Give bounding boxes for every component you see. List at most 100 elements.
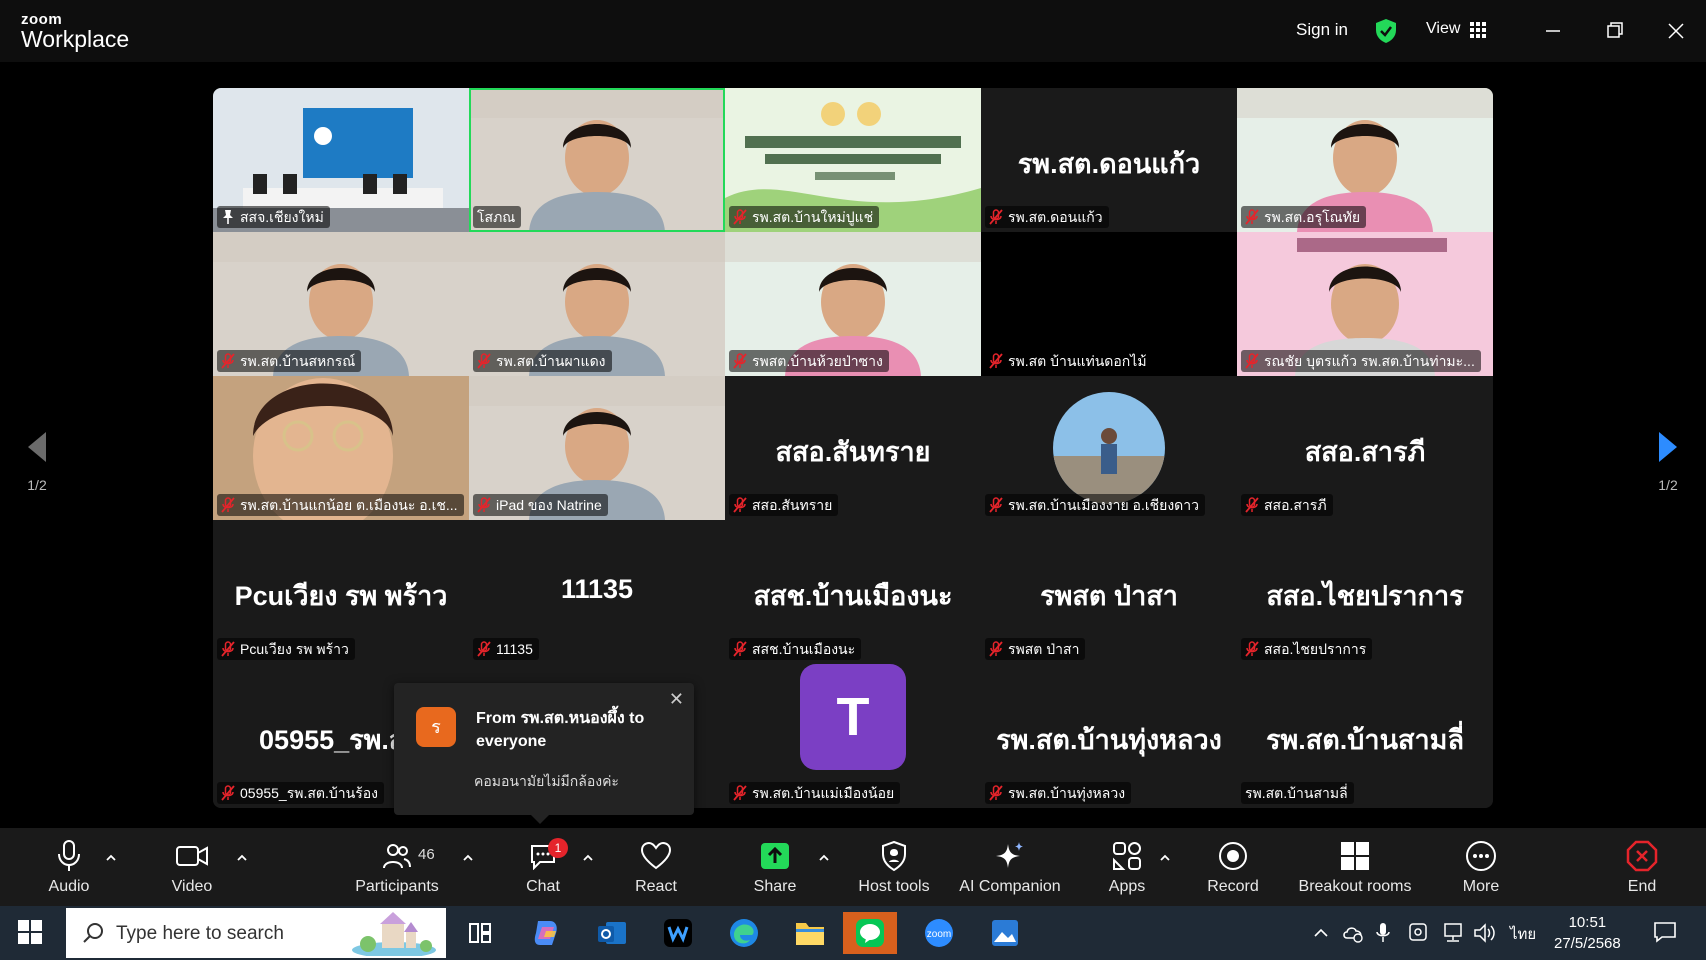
taskbar-photos[interactable] [983, 912, 1027, 954]
participant-tile[interactable]: โสภณ [469, 88, 725, 232]
more-button[interactable]: More [1459, 838, 1503, 896]
input-language-indicator[interactable]: ไทย [1510, 922, 1536, 946]
chat-sender-avatar: ร [416, 707, 456, 747]
breakout-rooms-button[interactable]: Breakout rooms [1295, 838, 1415, 896]
volume-icon[interactable] [1473, 922, 1497, 944]
participant-tile[interactable]: รพสต.บ้านห้วยป่าซาง [725, 232, 981, 376]
host-tools-button[interactable]: Host tools [854, 838, 934, 896]
ai-sparkle-icon [996, 842, 1023, 868]
participant-tile[interactable]: iPad ของ Natrine [469, 376, 725, 520]
participant-tile[interactable]: T รพ.สต.บ้านแม่เมืองน้อย [725, 664, 981, 808]
participant-name-label: สสช.บ้านเมืองนะ [729, 638, 862, 660]
taskbar-line[interactable] [843, 912, 897, 954]
participant-tile[interactable]: สสช.บ้านเมืองนะ สสช.บ้านเมืองนะ [725, 520, 981, 664]
share-button[interactable]: Share [750, 838, 800, 896]
participant-name-label: รพ.สต.บ้านแกน้อย ต.เมืองนะ อ.เช... [217, 494, 464, 516]
participant-tile[interactable]: 11135 11135 [469, 520, 725, 664]
taskbar-file-explorer[interactable] [788, 912, 832, 954]
record-button[interactable]: Record [1205, 838, 1261, 896]
show-hidden-icons-chevron[interactable] [1313, 926, 1329, 940]
outlook-icon [598, 922, 626, 944]
participant-tile[interactable]: รพ.สต.บ้านเมืองงาย อ.เชียงดาว [981, 376, 1237, 520]
participant-name: รพ.สต.ดอนแก้ว [1008, 209, 1103, 225]
next-page-nav[interactable]: 1/2 [1638, 430, 1698, 493]
participant-tile[interactable]: สสอ.ไชยปราการ สสอ.ไชยปราการ [1237, 520, 1493, 664]
muted-mic-icon [989, 497, 1003, 513]
muted-mic-icon [989, 641, 1003, 657]
participant-tile[interactable]: รพ.สต.บ้านสหกรณ์ [213, 232, 469, 376]
participant-name-label: รพ.สต.บ้านเมืองงาย อ.เชียงดาว [985, 494, 1205, 516]
taskbar-clock[interactable]: 10:51 27/5/2568 [1554, 912, 1621, 954]
sign-in-link[interactable]: Sign in [1296, 20, 1348, 40]
muted-mic-icon [1245, 497, 1259, 513]
windows-start-icon[interactable] [18, 920, 42, 944]
taskbar-copilot[interactable] [524, 912, 568, 954]
next-page-arrow-icon[interactable] [1655, 430, 1681, 464]
taskbar-search-box[interactable]: Type here to search [66, 908, 446, 958]
video-options-chevron-icon[interactable] [234, 850, 250, 866]
close-notification-icon[interactable]: ✕ [669, 689, 684, 710]
view-grid-icon[interactable] [1470, 22, 1486, 38]
participant-tile[interactable]: รพ.สต.บ้านทุ่งหลวง รพ.สต.บ้านทุ่งหลวง [981, 664, 1237, 808]
view-button[interactable]: View [1426, 20, 1460, 38]
network-icon[interactable] [1441, 922, 1465, 944]
participant-tile[interactable]: Pcuเวียง รพ พร้าว Pcuเวียง รพ พร้าว [213, 520, 469, 664]
participant-name-label: รพสต ป่าสา [985, 638, 1086, 660]
participant-tile[interactable]: รพ.สต.บ้านใหม่ปูแช่ [725, 88, 981, 232]
camera-privacy-icon[interactable] [1408, 922, 1428, 944]
taskbar-edge[interactable] [722, 912, 766, 954]
apps-button[interactable]: Apps [1102, 838, 1152, 896]
react-button[interactable]: React [631, 838, 681, 896]
audio-options-chevron-icon[interactable] [103, 850, 119, 866]
participant-name: รพ.สต.บ้านแม่เมืองน้อย [752, 785, 895, 801]
onedrive-sync-icon[interactable] [1342, 922, 1364, 944]
tray-microphone-icon[interactable] [1375, 922, 1391, 944]
share-options-chevron-icon[interactable] [816, 850, 832, 866]
participant-name: รพ.สต.บ้านผาแดง [496, 353, 606, 369]
participant-tile[interactable]: สสอ.สันทราย สสอ.สันทราย [725, 376, 981, 520]
webex-icon [664, 919, 692, 947]
security-shield-icon[interactable] [1374, 18, 1398, 44]
participant-tile[interactable]: รพ.สต.บ้านสามลี่ รพ.สต.บ้านสามลี่ [1237, 664, 1493, 808]
chat-options-chevron-icon[interactable] [580, 850, 596, 866]
taskbar-webex[interactable] [656, 912, 700, 954]
participant-name: โสภณ [477, 209, 516, 225]
prev-page-arrow-icon[interactable] [24, 430, 50, 464]
participant-name-label: 11135 [473, 638, 539, 660]
end-meeting-button[interactable]: End [1624, 838, 1660, 896]
apps-options-chevron-icon[interactable] [1157, 850, 1173, 866]
video-button[interactable]: Video [167, 838, 217, 896]
taskbar-outlook[interactable] [590, 912, 634, 954]
participant-tile[interactable]: รพ.สต.ดอนแก้ว รพ.สต.ดอนแก้ว [981, 88, 1237, 232]
participant-tile[interactable]: รพ.สต.บ้านแกน้อย ต.เมืองนะ อ.เช... [213, 376, 469, 520]
participant-name: รณชัย บุตรแก้ว รพ.สต.บ้านท่ามะ... [1264, 353, 1475, 369]
ai-companion-button[interactable]: AI Companion [955, 838, 1065, 896]
minimize-icon[interactable] [1538, 16, 1568, 46]
muted-mic-icon [221, 641, 235, 657]
prev-page-nav[interactable]: 1/2 [7, 430, 67, 493]
title-bar: zoom Workplace Sign in View [0, 0, 1706, 62]
chat-notification-popup[interactable]: ร From รพ.สต.หนองผึ้ง to everyone คอมอนา… [394, 683, 694, 824]
participants-options-chevron-icon[interactable] [460, 850, 476, 866]
taskbar-zoom[interactable]: zoom [917, 912, 961, 954]
restore-icon[interactable] [1600, 16, 1630, 46]
participant-tile[interactable]: รพ.สต บ้านแท่นดอกไม้ [981, 232, 1237, 376]
participant-tile[interactable]: รพสต ป่าสา รพสต ป่าสา [981, 520, 1237, 664]
participant-tile[interactable]: รพ.สต.บ้านผาแดง [469, 232, 725, 376]
chat-label: Chat [526, 878, 560, 895]
notifications-icon[interactable] [1652, 920, 1678, 944]
participant-name-label: Pcuเวียง รพ พร้าว [217, 638, 355, 660]
participant-name-label: รพ.สต.ดอนแก้ว [985, 206, 1109, 228]
audio-button[interactable]: Audio [44, 838, 94, 896]
participant-tile[interactable]: สสอ.สารภี สสอ.สารภี [1237, 376, 1493, 520]
participant-tile[interactable]: รพ.สต.อรุโณทัย [1237, 88, 1493, 232]
participant-name-label: รพ.สต.บ้านสหกรณ์ [217, 350, 362, 372]
muted-mic-icon [477, 497, 491, 513]
close-window-icon[interactable] [1661, 16, 1691, 46]
participant-name-label: รณชัย บุตรแก้ว รพ.สต.บ้านท่ามะ... [1241, 350, 1481, 372]
taskbar-task-view[interactable] [458, 912, 502, 954]
clock-time: 10:51 [1568, 914, 1607, 931]
participant-tile[interactable]: รณชัย บุตรแก้ว รพ.สต.บ้านท่ามะ... [1237, 232, 1493, 376]
participant-tile[interactable]: สสจ.เชียงใหม่ [213, 88, 469, 232]
participant-name: รพ.สต.บ้านใหม่ปูแช่ [752, 209, 874, 225]
